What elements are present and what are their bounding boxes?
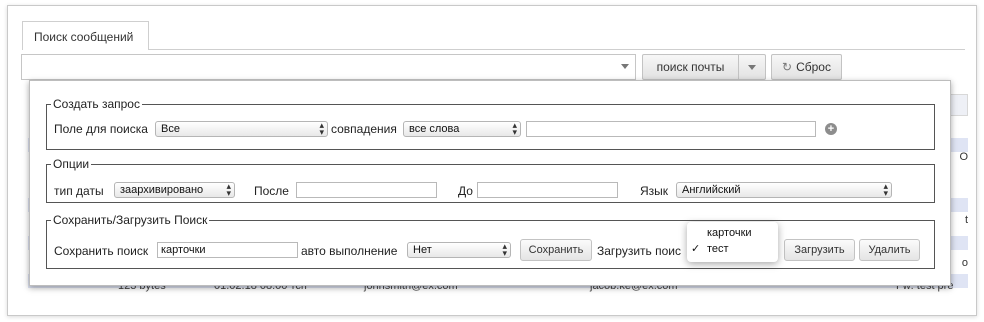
create-query-legend: Создать запрос	[53, 97, 140, 111]
table-cell: t	[964, 214, 968, 226]
tab-divider	[149, 49, 965, 50]
language-value: Английский	[682, 184, 741, 196]
reset-button[interactable]: ↻ Сброс	[771, 54, 842, 80]
save-load-legend: Сохранить/Загрузить Поиск	[53, 213, 208, 227]
advanced-search-panel: Создать запрос Поле для поиска Все ▴ ▾ со…	[29, 80, 951, 286]
search-field-label: Поле для поиска	[54, 122, 148, 136]
reset-label: Сброс	[796, 60, 831, 74]
search-options-dropdown-button[interactable]	[738, 54, 766, 80]
load-button[interactable]: Загрузить	[784, 239, 855, 261]
table-header	[948, 94, 968, 116]
search-field-value: Все	[161, 123, 180, 135]
chevron-down-icon[interactable]	[621, 64, 629, 69]
option-label: тест	[707, 243, 729, 255]
load-search-label: Загрузить поис	[597, 244, 681, 258]
auto-run-label: авто выполнение	[301, 244, 398, 258]
load-search-dropdown: карточки ✓ тест	[687, 222, 778, 262]
checkmark-icon: ✓	[691, 243, 701, 255]
refresh-icon: ↻	[782, 60, 793, 74]
date-type-label: тип даты	[54, 184, 104, 198]
before-date-input[interactable]	[477, 182, 618, 198]
option-label: карточки	[707, 227, 752, 239]
select-arrows-icon: ▴ ▾	[319, 120, 324, 137]
save-button[interactable]: Сохранить	[520, 239, 592, 261]
language-label: Язык	[640, 184, 669, 198]
date-type-select[interactable]: заархивировано ▴ ▾	[114, 182, 235, 198]
date-type-value: заархивировано	[120, 184, 204, 196]
table-cell: O	[959, 151, 968, 163]
after-date-input[interactable]	[296, 182, 437, 198]
query-input[interactable]	[526, 121, 816, 137]
language-select[interactable]: Английский ▴ ▾	[676, 182, 892, 198]
before-label: До	[458, 184, 473, 198]
search-field-select[interactable]: Все ▴ ▾	[155, 121, 328, 137]
delete-button[interactable]: Удалить	[859, 239, 920, 261]
select-arrows-icon: ▴ ▾	[502, 241, 507, 258]
dropdown-option-cards[interactable]: карточки	[687, 226, 778, 242]
save-search-input[interactable]	[157, 242, 298, 258]
auto-run-value: Нет	[413, 244, 432, 256]
search-mail-button[interactable]: поиск почты	[642, 54, 739, 80]
save-search-label: Сохранить поиск	[54, 244, 149, 258]
select-arrows-icon: ▴ ▾	[883, 181, 888, 198]
search-input[interactable]	[21, 54, 636, 80]
select-arrows-icon: ▴ ▾	[512, 120, 517, 137]
tab-message-search[interactable]: Поиск сообщений	[22, 21, 149, 50]
match-value: все слова	[409, 123, 460, 135]
table-cell: o	[961, 257, 968, 269]
after-label: После	[254, 184, 289, 198]
dropdown-option-test[interactable]: ✓ тест	[687, 242, 778, 258]
auto-run-select[interactable]: Нет ▴ ▾	[407, 242, 511, 258]
options-legend: Опции	[53, 157, 90, 171]
select-arrows-icon: ▴ ▾	[226, 181, 231, 198]
chevron-down-icon	[748, 64, 756, 70]
match-label: совпадения	[331, 122, 397, 136]
match-select[interactable]: все слова ▴ ▾	[403, 121, 521, 137]
add-condition-icon[interactable]: +	[825, 123, 837, 135]
